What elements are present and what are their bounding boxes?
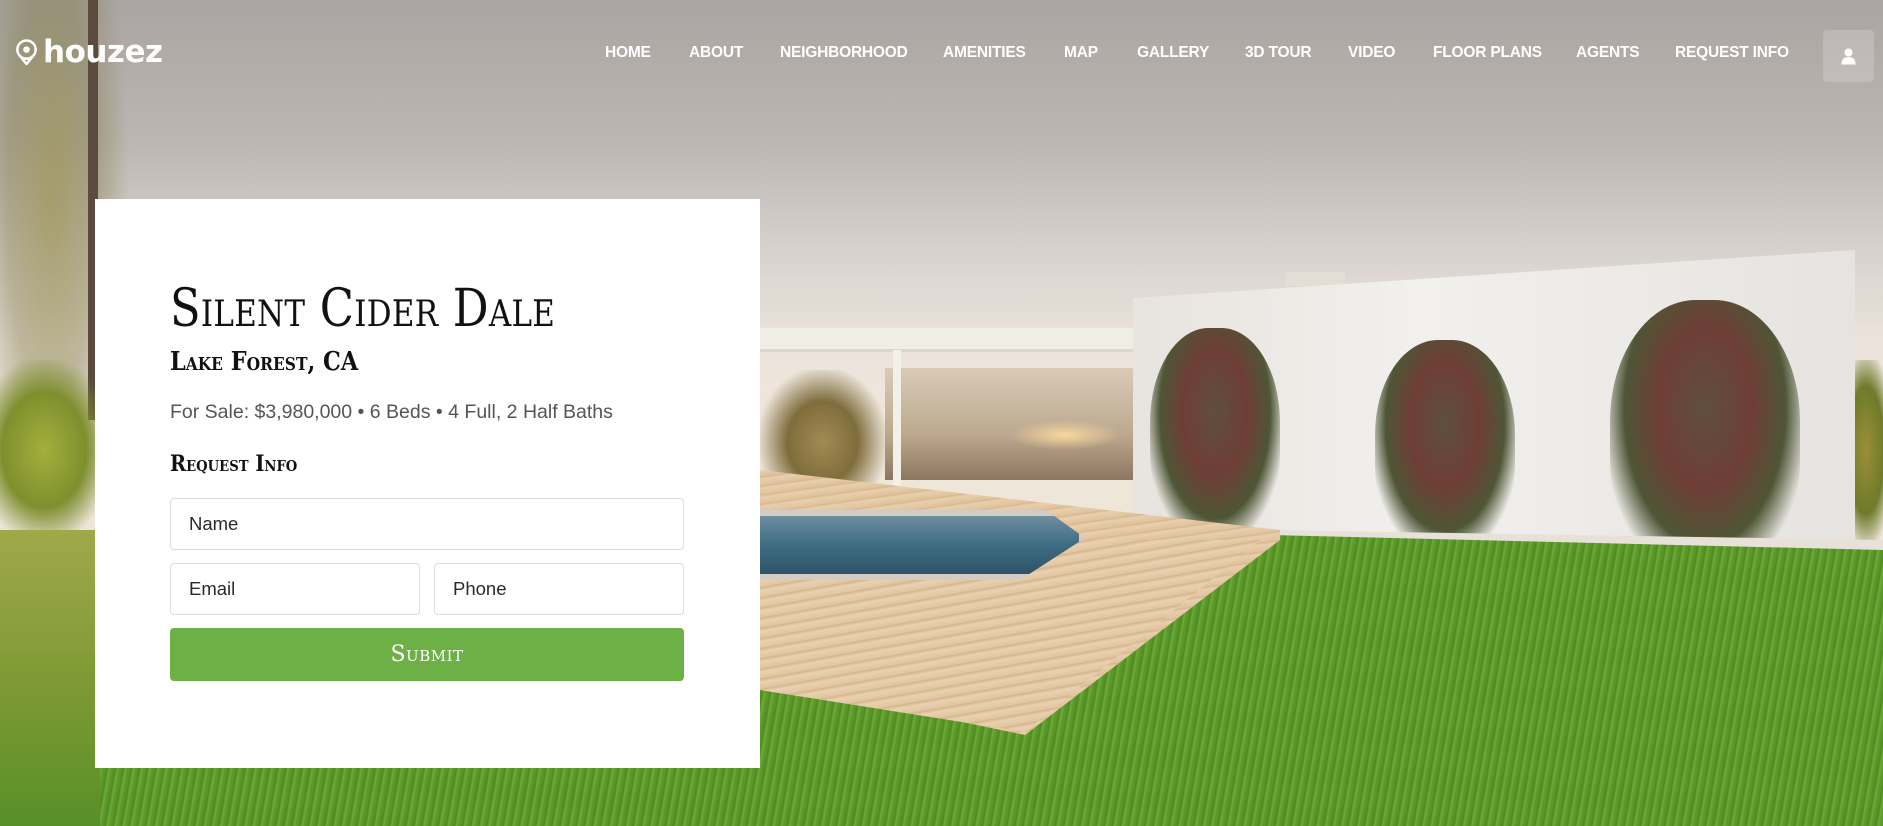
name-input[interactable] bbox=[170, 498, 684, 550]
phone-input[interactable] bbox=[434, 563, 684, 615]
nav-map[interactable]: MAP bbox=[1064, 44, 1098, 62]
nav-3d-tour[interactable]: 3D TOUR bbox=[1245, 44, 1312, 62]
pergola-post bbox=[893, 350, 901, 502]
email-input[interactable] bbox=[170, 563, 420, 615]
shrub bbox=[1375, 340, 1515, 550]
user-icon bbox=[1841, 48, 1856, 64]
chimney bbox=[1285, 272, 1345, 286]
nav-request-info[interactable]: REQUEST INFO bbox=[1675, 44, 1789, 62]
property-title: Silent Cider Dale bbox=[170, 279, 556, 339]
bush-left bbox=[0, 360, 110, 540]
property-location: Lake Forest, CA bbox=[170, 347, 359, 377]
shrub bbox=[1610, 300, 1800, 570]
shrub bbox=[1150, 328, 1280, 538]
pergola-roof bbox=[760, 328, 1133, 352]
nav-video[interactable]: VIDEO bbox=[1348, 44, 1395, 62]
nav-gallery[interactable]: GALLERY bbox=[1137, 44, 1209, 62]
user-login-button[interactable] bbox=[1823, 30, 1874, 82]
site-header: houzez HOME ABOUT NEIGHBORHOOD AMENITIES… bbox=[0, 0, 1883, 110]
nav-amenities[interactable]: AMENITIES bbox=[943, 44, 1026, 62]
swimming-pool bbox=[760, 510, 1085, 580]
request-info-heading: Request Info bbox=[170, 451, 298, 477]
nav-floor-plans[interactable]: FLOOR PLANS bbox=[1433, 44, 1542, 62]
lawn-sunlit bbox=[0, 530, 100, 826]
garden-trees bbox=[760, 370, 885, 490]
nav-neighborhood[interactable]: NEIGHBORHOOD bbox=[780, 44, 908, 62]
main-nav: HOME ABOUT NEIGHBORHOOD AMENITIES MAP GA… bbox=[0, 44, 1883, 66]
nav-about[interactable]: ABOUT bbox=[689, 44, 743, 62]
nav-agents[interactable]: AGENTS bbox=[1576, 44, 1640, 62]
property-details: For Sale: $3,980,000 • 6 Beds • 4 Full, … bbox=[170, 401, 613, 423]
nav-home[interactable]: HOME bbox=[605, 44, 651, 62]
submit-button[interactable]: Submit bbox=[170, 628, 684, 681]
interior-light bbox=[1010, 420, 1120, 450]
listing-card: Silent Cider Dale Lake Forest, CA For Sa… bbox=[95, 199, 760, 768]
